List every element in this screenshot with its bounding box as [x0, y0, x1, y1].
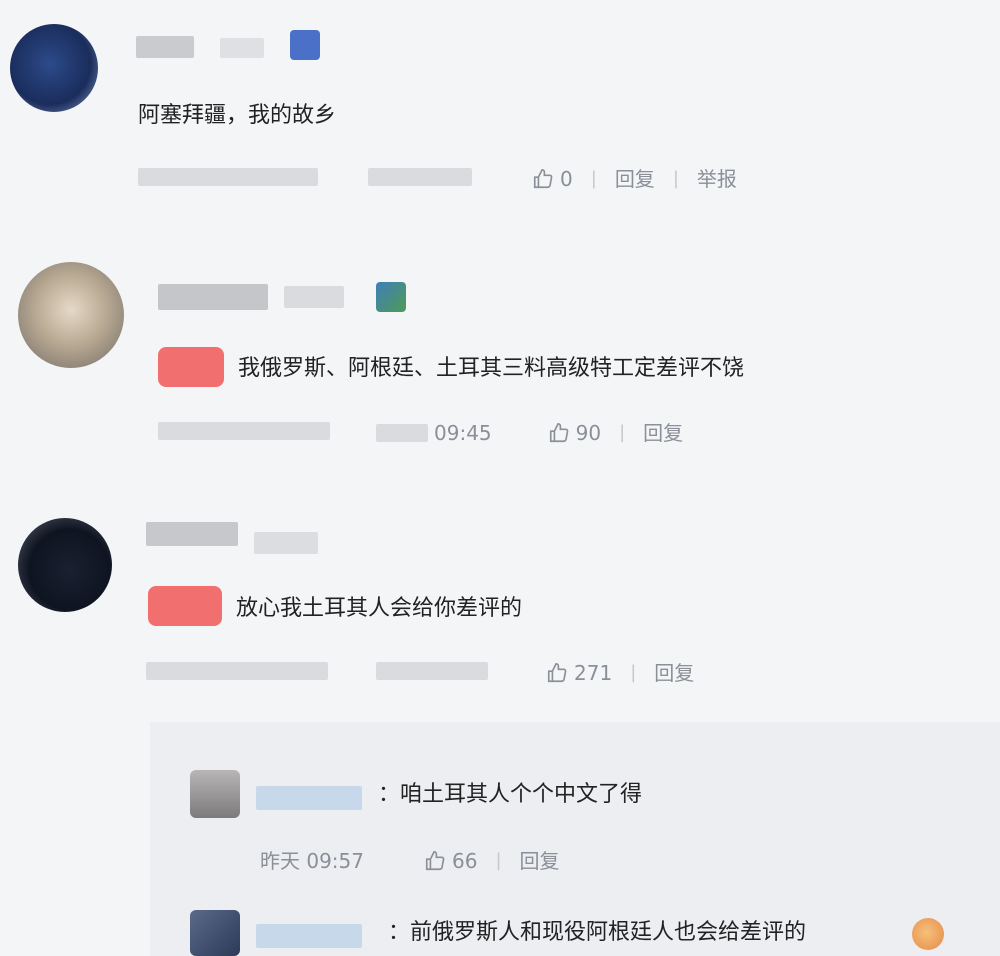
- username-blurred[interactable]: [146, 522, 238, 546]
- reply-button[interactable]: 回复: [615, 169, 655, 189]
- user-tag-blurred: [284, 286, 344, 308]
- comment-actions: 0 | 回复 | 举报: [532, 168, 737, 190]
- reply-time: 昨天 09:57: [260, 849, 364, 873]
- user-tag-blurred: [254, 532, 318, 554]
- like-button[interactable]: 66: [424, 850, 477, 872]
- date-blurred: [158, 422, 330, 440]
- avatar[interactable]: [190, 770, 240, 818]
- timestamp-blurred: [138, 168, 318, 186]
- avatar[interactable]: [190, 910, 240, 956]
- avatar[interactable]: [18, 518, 112, 612]
- reply-actions: 昨天 09:57 66 | 回复: [260, 850, 560, 872]
- user-tag-blurred: [220, 38, 264, 58]
- username-blurred[interactable]: [136, 36, 194, 58]
- comment-actions: 271 | 回复: [546, 662, 694, 684]
- divider: |: [495, 850, 502, 871]
- like-count: 90: [575, 421, 602, 445]
- username-blurred[interactable]: [256, 786, 362, 810]
- avatar[interactable]: [18, 262, 124, 368]
- like-button[interactable]: 0: [532, 168, 573, 190]
- reply-button[interactable]: 回复: [654, 663, 694, 683]
- report-button[interactable]: 举报: [697, 169, 737, 189]
- timestamp-blurred: [146, 662, 328, 680]
- like-count: 66: [452, 849, 478, 873]
- like-button[interactable]: 90: [548, 422, 601, 444]
- vip-badge-icon: [376, 282, 406, 312]
- comment-text: 我俄罗斯、阿根廷、土耳其三料高级特工定差评不饶: [238, 356, 745, 381]
- divider: |: [672, 168, 679, 189]
- like-button[interactable]: 271: [546, 662, 612, 684]
- location-blurred: [376, 662, 488, 680]
- divider: |: [630, 662, 637, 683]
- thumbs-up-icon: [547, 663, 567, 683]
- like-count: 0: [560, 167, 573, 191]
- thumbs-up-icon: [425, 851, 445, 871]
- comment-text: 阿塞拜疆，我的故乡: [138, 103, 337, 128]
- reply-button[interactable]: 回复: [520, 851, 560, 871]
- location-blurred: [368, 168, 472, 186]
- fan-badge-blurred: [158, 347, 224, 387]
- comment-time: 09:45: [434, 421, 492, 445]
- username-blurred[interactable]: [256, 924, 362, 948]
- comment-actions: 09:45 90 | 回复: [376, 422, 683, 444]
- reply-text: ：前俄罗斯人和现役阿根廷人也会给差评的: [388, 920, 807, 945]
- divider: |: [619, 422, 626, 443]
- vip-badge-icon: [290, 30, 320, 60]
- divider: |: [590, 168, 597, 189]
- date-prefix-blurred: [376, 424, 428, 442]
- emoji-icon: [912, 918, 944, 950]
- avatar[interactable]: [10, 24, 98, 112]
- thumbs-up-icon: [549, 423, 569, 443]
- reply-button[interactable]: 回复: [643, 423, 683, 443]
- reply-text: ：咱土耳其人个个中文了得: [378, 782, 643, 807]
- like-count: 271: [574, 661, 613, 685]
- thumbs-up-icon: [533, 169, 553, 189]
- username-blurred[interactable]: [158, 284, 268, 310]
- comment-text: 放心我土耳其人会给你差评的: [236, 596, 523, 621]
- fan-badge-blurred: [148, 586, 222, 626]
